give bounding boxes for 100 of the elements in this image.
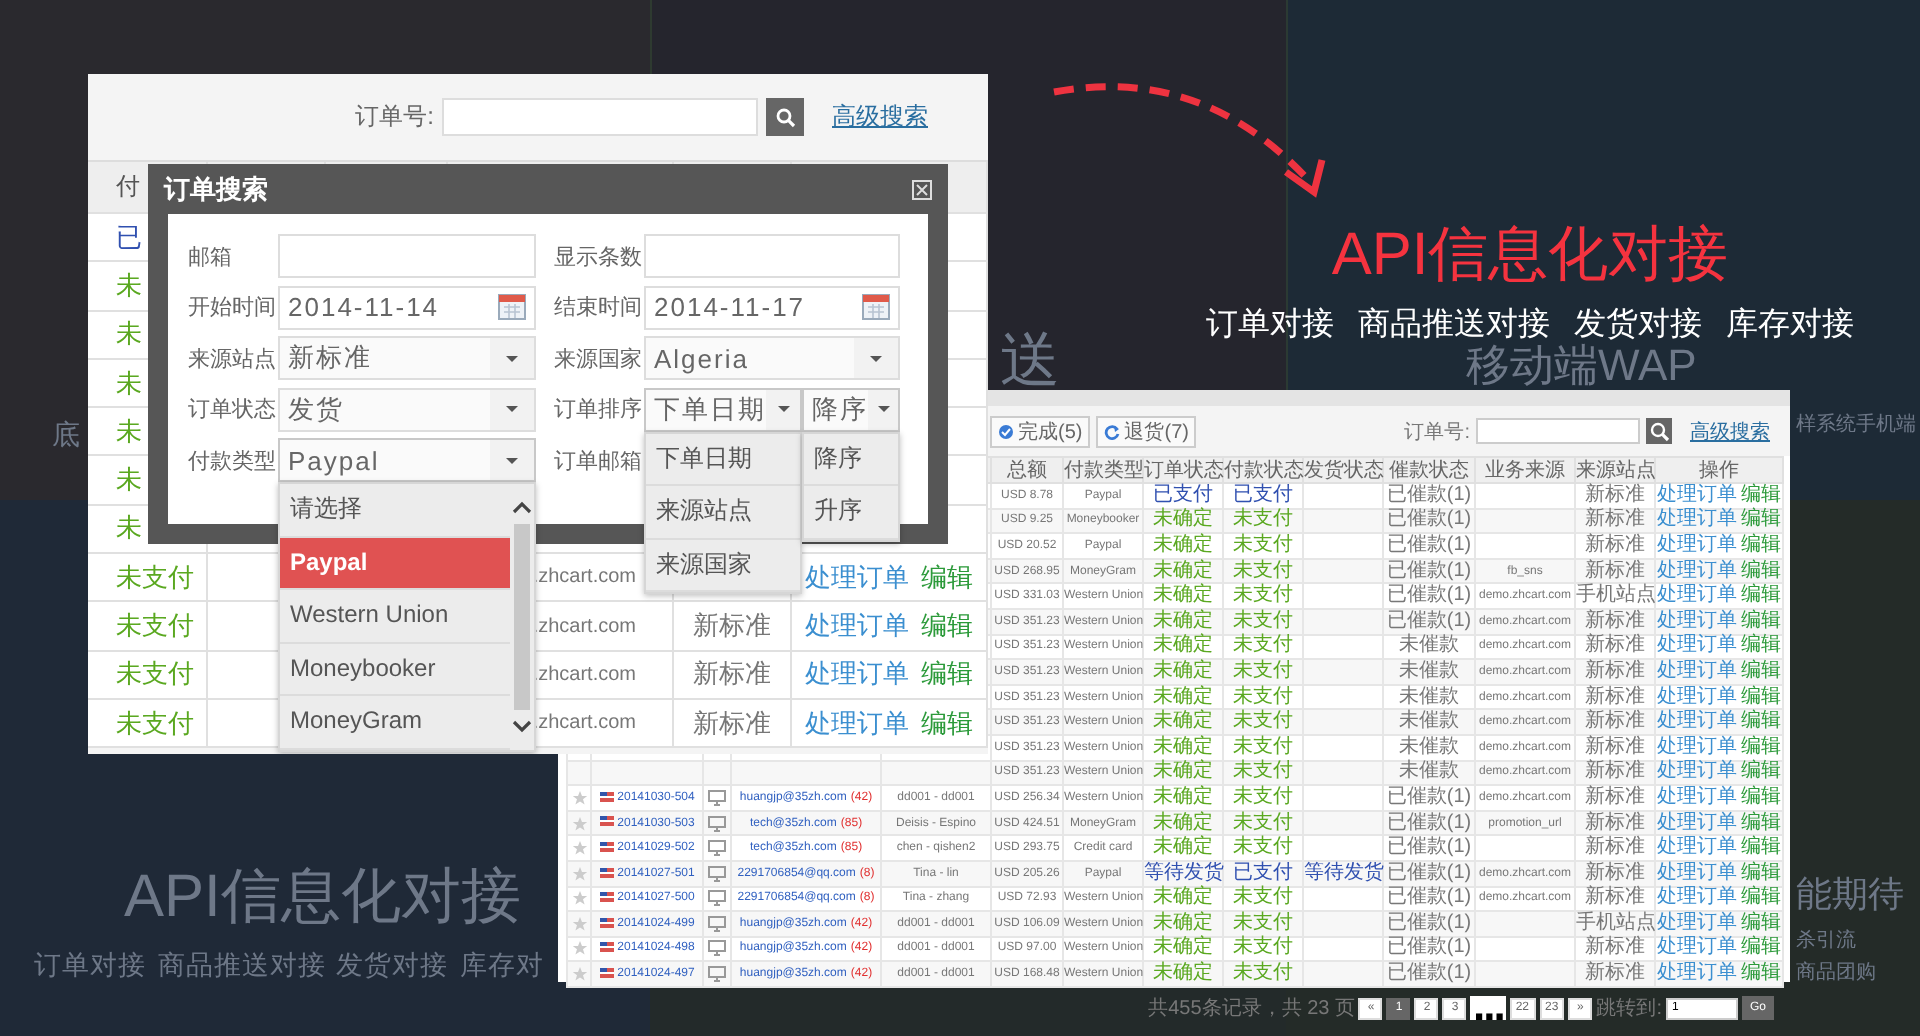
check-icon <box>998 423 1014 439</box>
dropdown-option[interactable]: 请选择 <box>280 484 510 537</box>
status-text: 未确定 <box>1153 962 1213 985</box>
process-order-link[interactable]: 处理订单 <box>1657 886 1737 909</box>
edit-link[interactable]: 编辑 <box>1741 962 1781 985</box>
table-cell: 未催款 <box>1399 735 1459 758</box>
return-button[interactable]: 退货(7) <box>1096 415 1197 447</box>
table-cell: 已催款(1) <box>1386 936 1472 959</box>
edit-link[interactable]: 编辑 <box>1741 785 1781 808</box>
edit-link[interactable]: 编辑 <box>1741 659 1781 682</box>
process-order-link[interactable]: 处理订单 <box>1657 710 1737 733</box>
status-text: 未 <box>116 413 142 450</box>
process-order-link[interactable]: 处理订单 <box>805 656 909 693</box>
process-order-link[interactable]: 处理订单 <box>1657 811 1737 834</box>
input-field[interactable] <box>278 234 536 278</box>
chevron-up-icon <box>512 500 532 516</box>
dropdown-option[interactable]: Western Union <box>280 590 510 643</box>
close-button[interactable] <box>912 179 932 199</box>
status-text: 未确定 <box>1153 785 1213 808</box>
scrollbar-thumb[interactable] <box>514 524 530 709</box>
edit-link[interactable]: 编辑 <box>1741 559 1781 582</box>
dropdown-option[interactable]: 升序 <box>804 486 898 539</box>
edit-link[interactable]: 编辑 <box>1741 911 1781 934</box>
scrollbar[interactable] <box>510 484 534 749</box>
order-number-field[interactable] <box>1476 418 1640 444</box>
edit-link[interactable]: 编辑 <box>1741 710 1781 733</box>
status-text: 等待发货 <box>1304 861 1384 884</box>
process-order-link[interactable]: 处理订单 <box>1657 861 1737 884</box>
edit-link[interactable]: 编辑 <box>1741 584 1781 607</box>
edit-link[interactable]: 编辑 <box>1741 760 1781 783</box>
field-label: 付款类型 <box>188 447 278 475</box>
process-order-link[interactable]: 处理订单 <box>1657 584 1737 607</box>
process-order-link[interactable]: 处理订单 <box>1657 936 1737 959</box>
edit-link[interactable]: 编辑 <box>1741 609 1781 632</box>
process-order-link[interactable]: 处理订单 <box>1657 533 1737 556</box>
process-order-link[interactable]: 处理订单 <box>1657 785 1737 808</box>
table-cell: 新标准 <box>693 608 771 645</box>
search-button[interactable] <box>766 98 804 136</box>
dropdown[interactable]: 下单日期 <box>644 387 802 431</box>
edit-link[interactable]: 编辑 <box>1741 936 1781 959</box>
dropdown[interactable]: 发货 <box>278 387 536 431</box>
advanced-search-link[interactable]: 高级搜索 <box>832 100 928 134</box>
edit-link[interactable]: 编辑 <box>1741 685 1781 708</box>
process-order-link[interactable]: 处理订单 <box>1657 559 1737 582</box>
edit-link[interactable]: 编辑 <box>921 608 973 645</box>
process-order-link[interactable]: 处理订单 <box>1657 911 1737 934</box>
dropdown-option[interactable]: 下单日期 <box>646 433 800 486</box>
dropdown-option[interactable]: 来源站点 <box>646 486 800 539</box>
process-order-link[interactable]: 处理订单 <box>1657 483 1737 506</box>
order-number-field[interactable] <box>442 98 758 136</box>
dropdown-option[interactable]: 降序 <box>804 433 898 486</box>
edit-link[interactable]: 编辑 <box>921 656 973 693</box>
dropdown-option[interactable]: Paypal <box>280 537 510 590</box>
process-order-link[interactable]: 处理订单 <box>1657 634 1737 657</box>
edit-link[interactable]: 编辑 <box>1741 735 1781 758</box>
edit-link[interactable]: 编辑 <box>1741 811 1781 834</box>
status-text: 未确定 <box>1153 609 1213 632</box>
dropdown-option[interactable]: MoneyGram <box>280 696 510 749</box>
field-label: 订单邮箱 <box>554 447 644 475</box>
edit-link[interactable]: 编辑 <box>1741 836 1781 859</box>
process-order-link[interactable]: 处理订单 <box>805 559 909 596</box>
date-field[interactable]: 2014-11-14 <box>278 285 536 329</box>
dropdown[interactable]: Paypal <box>278 438 536 482</box>
table-cell: 已催款(1) <box>1386 559 1472 582</box>
edit-link[interactable]: 编辑 <box>1741 886 1781 909</box>
dropdown-option[interactable]: 来源国家 <box>646 539 800 592</box>
advanced-search-link[interactable]: 高级搜索 <box>1690 417 1770 445</box>
caret-icon <box>773 400 793 418</box>
edit-link[interactable]: 编辑 <box>1741 483 1781 506</box>
dropdown[interactable]: 降序 <box>802 387 900 431</box>
flag-icon <box>599 968 614 978</box>
process-order-link[interactable]: 处理订单 <box>1657 836 1737 859</box>
dropdown[interactable]: Algeria <box>644 336 900 380</box>
process-order-link[interactable]: 处理订单 <box>1657 685 1737 708</box>
edit-link[interactable]: 编辑 <box>1741 533 1781 556</box>
input-field[interactable] <box>644 234 900 278</box>
process-order-link[interactable]: 处理订单 <box>1657 609 1737 632</box>
edit-link[interactable]: 编辑 <box>921 559 973 596</box>
dropdown-option[interactable]: Moneybooker <box>280 643 510 696</box>
edit-link[interactable]: 编辑 <box>1741 861 1781 884</box>
process-order-link[interactable]: 处理订单 <box>805 608 909 645</box>
caret-icon <box>502 400 522 418</box>
monitor-icon <box>708 815 726 832</box>
process-order-link[interactable]: 处理订单 <box>1657 508 1737 531</box>
done-button[interactable]: 完成(5) <box>990 415 1091 447</box>
edit-link[interactable]: 编辑 <box>1741 634 1781 657</box>
process-order-link[interactable]: 处理订单 <box>1657 760 1737 783</box>
edit-link[interactable]: 编辑 <box>921 705 973 742</box>
feature-label: 订单对接 <box>1206 308 1334 344</box>
process-order-link[interactable]: 处理订单 <box>1657 659 1737 682</box>
dropdown[interactable]: 新标准 <box>278 336 536 380</box>
process-order-link[interactable]: 处理订单 <box>1657 962 1737 985</box>
date-field[interactable]: 2014-11-17 <box>644 285 900 329</box>
status-text: 未支付 <box>1233 811 1293 834</box>
table-cell: 新标准 <box>1585 710 1645 733</box>
field-label: 订单排序 <box>554 395 644 424</box>
process-order-link[interactable]: 处理订单 <box>805 705 909 742</box>
search-button[interactable] <box>1646 418 1672 444</box>
process-order-link[interactable]: 处理订单 <box>1657 735 1737 758</box>
edit-link[interactable]: 编辑 <box>1741 508 1781 531</box>
